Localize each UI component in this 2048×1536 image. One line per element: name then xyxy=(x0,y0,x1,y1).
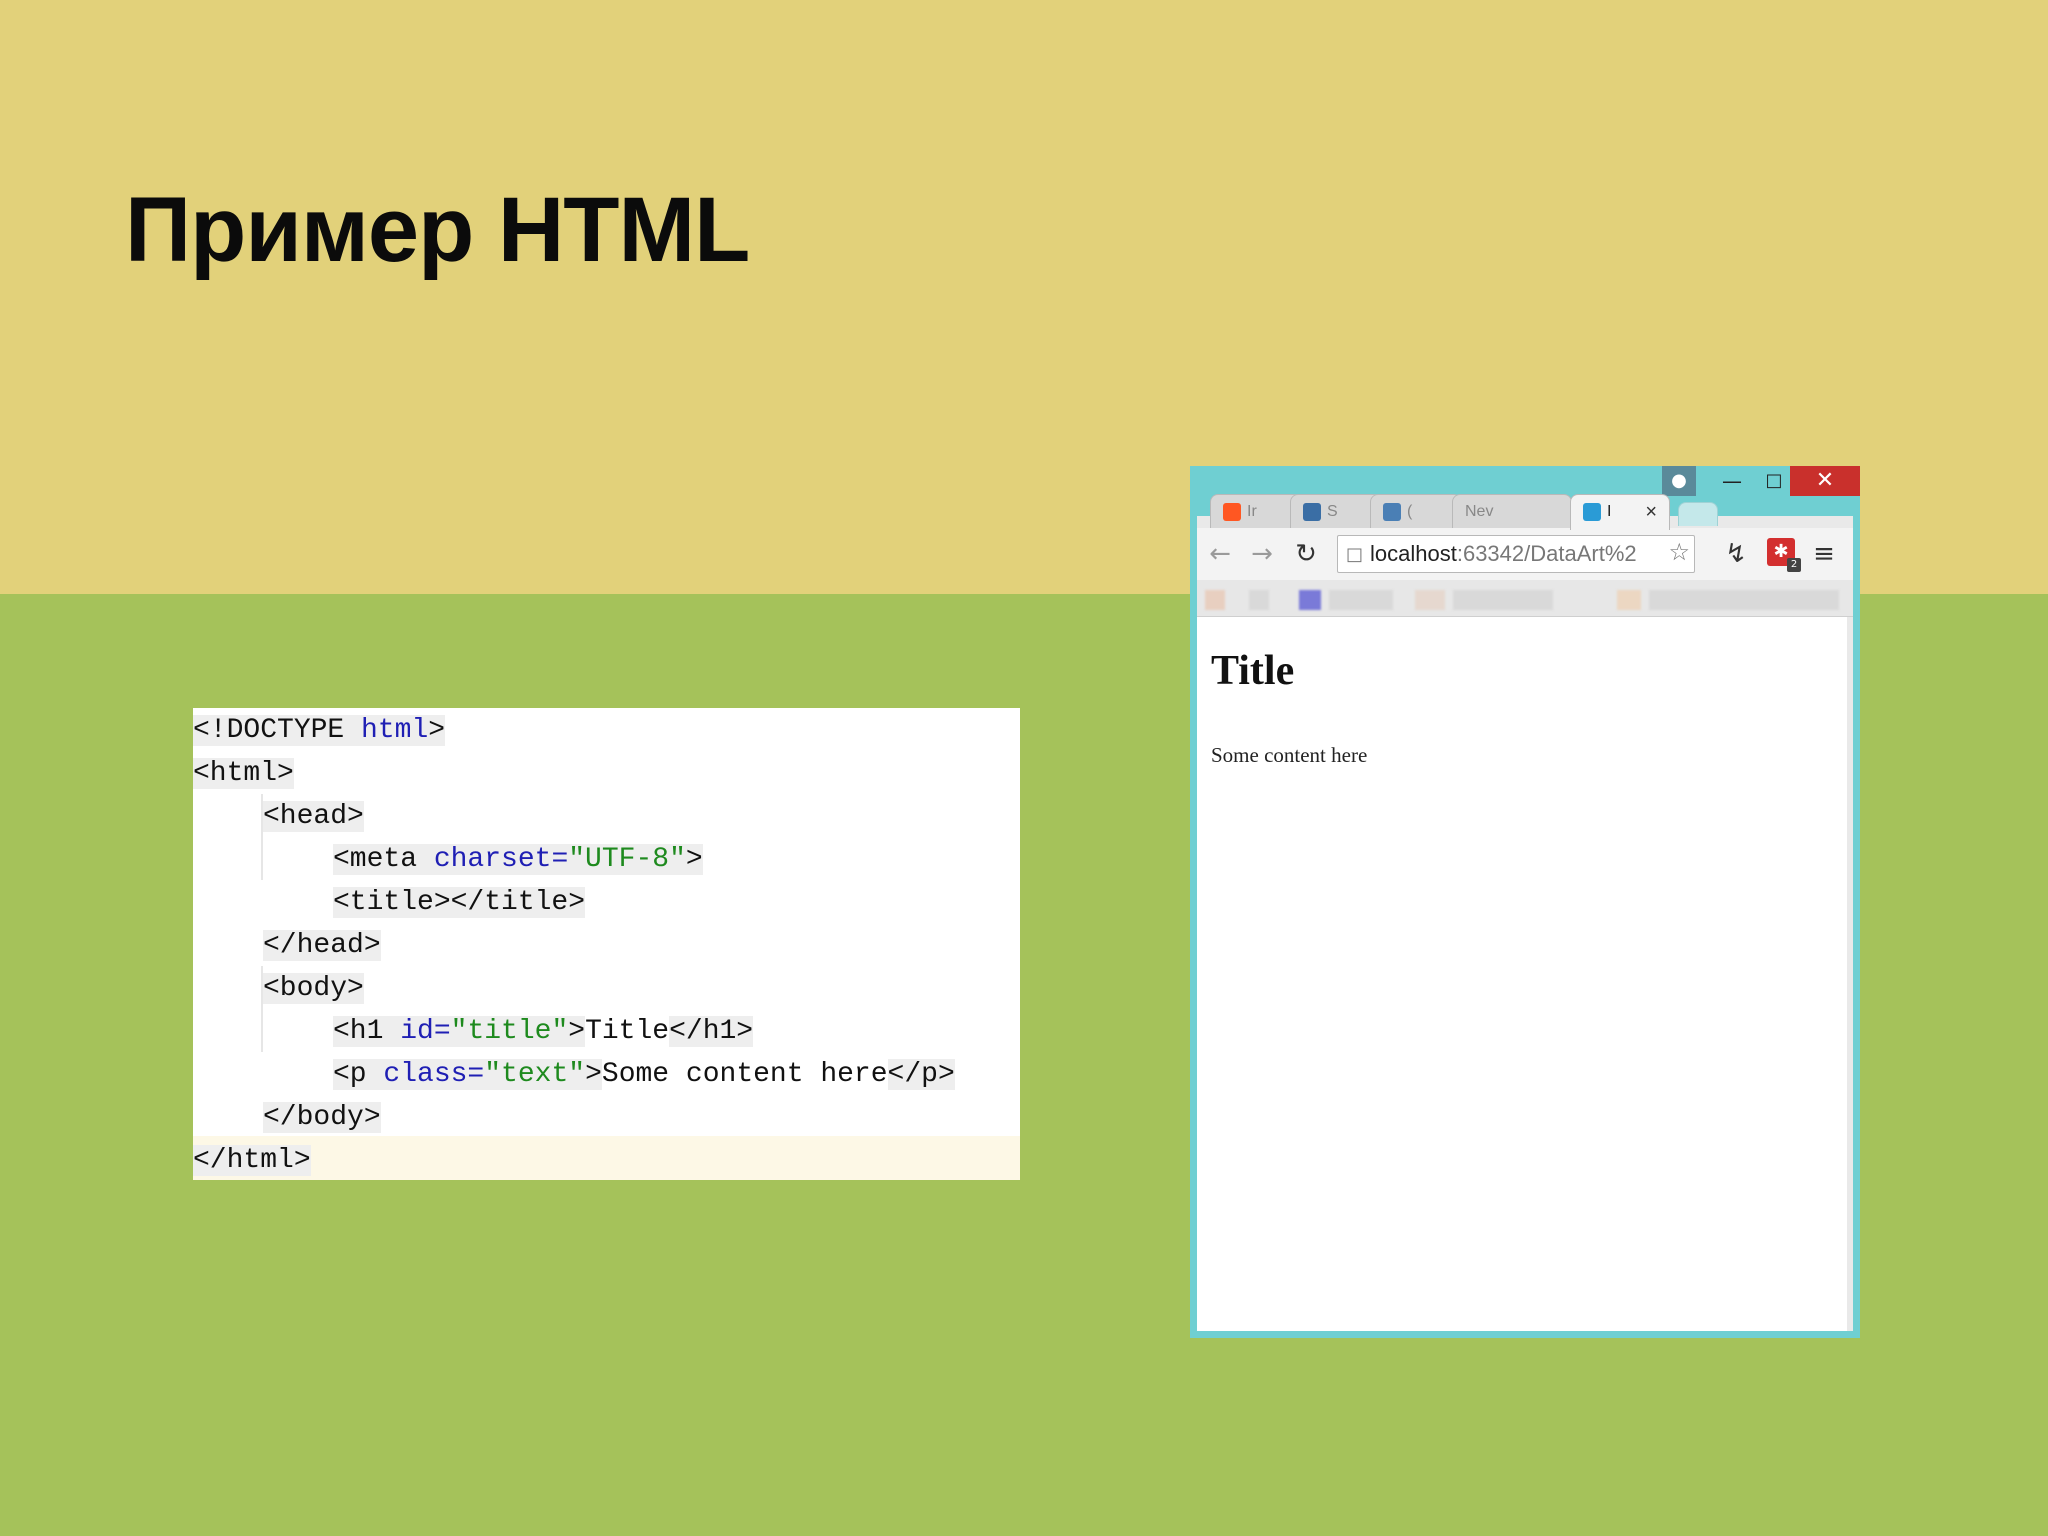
code-token: Title xyxy=(585,1016,670,1047)
code-token: "text" xyxy=(484,1059,586,1090)
code-line: <title></title> xyxy=(333,882,586,924)
bookmark-item[interactable] xyxy=(1415,590,1445,610)
user-profile-icon[interactable]: ● xyxy=(1662,466,1696,496)
code-line: <html> xyxy=(193,753,294,795)
code-line: <h1 id="title">Title</h1> xyxy=(333,1011,754,1053)
code-token: <body> xyxy=(263,973,364,1004)
address-bar[interactable]: □ localhost:63342/DataArt%2 ☆ xyxy=(1337,535,1695,573)
slide-title: Пример HTML xyxy=(125,179,750,281)
code-token: charset= xyxy=(433,844,569,875)
code-line: </head> xyxy=(263,925,381,967)
lightning-extension-icon[interactable]: ↯ xyxy=(1719,536,1753,572)
forward-arrow-icon[interactable]: → xyxy=(1245,536,1279,572)
extension-badge-count: 2 xyxy=(1787,558,1801,572)
code-token: Some content here xyxy=(601,1059,888,1090)
page-icon: □ xyxy=(1346,544,1364,565)
tab-favicon-icon xyxy=(1223,502,1241,521)
page-viewport: Title Some content here xyxy=(1197,617,1847,1331)
code-token: </head> xyxy=(263,930,381,961)
minimize-button[interactable]: — xyxy=(1712,466,1752,496)
bookmark-star-icon[interactable]: ☆ xyxy=(1668,538,1690,566)
tab-favicon-icon xyxy=(1583,502,1601,521)
code-token: <!DOCTYPE xyxy=(193,715,362,746)
tab-favicon-icon xyxy=(1383,502,1401,521)
url-host: localhost xyxy=(1370,541,1457,566)
code-token: > xyxy=(568,1016,586,1047)
tab-label: I xyxy=(1607,503,1612,520)
code-token: </html> xyxy=(193,1145,311,1176)
code-token: </body> xyxy=(263,1102,381,1133)
tab-label: ( xyxy=(1407,503,1413,520)
tab[interactable]: Nev xyxy=(1452,494,1572,528)
code-token: <head> xyxy=(263,801,364,832)
tab-active[interactable]: I × xyxy=(1570,494,1670,530)
code-token: </p> xyxy=(887,1059,955,1090)
tab[interactable]: ( xyxy=(1370,494,1462,528)
tab-label: S xyxy=(1327,503,1338,520)
page-heading: Title xyxy=(1211,648,1295,694)
url-text: localhost:63342/DataArt%2 xyxy=(1370,536,1666,572)
code-token: <title></title> xyxy=(333,887,586,918)
code-token: > xyxy=(685,844,703,875)
code-sample: <!DOCTYPE html> <html> <head> <meta charset… xyxy=(193,708,1020,1180)
code-line: </html> xyxy=(193,1140,311,1182)
browser-window: ● — □ ✕ Ir S(Nev I × ← → ↻ □ localhost:6334… xyxy=(1190,466,1860,1338)
tab[interactable]: Ir xyxy=(1210,494,1302,528)
code-token: <h1 xyxy=(333,1016,401,1047)
tab[interactable]: S xyxy=(1290,494,1382,528)
new-tab-button[interactable] xyxy=(1678,502,1718,526)
back-arrow-icon[interactable]: ← xyxy=(1203,536,1237,572)
code-line: <head> xyxy=(263,796,364,838)
extension-icon[interactable]: ✱ 2 xyxy=(1767,538,1801,572)
browser-toolbar: ← → ↻ □ localhost:63342/DataArt%2 ☆ ↯ ✱ 2… xyxy=(1197,528,1853,580)
tab-label: Nev xyxy=(1465,503,1494,520)
bookmark-item[interactable] xyxy=(1249,590,1269,610)
code-line: </body> xyxy=(263,1097,381,1139)
tab-label: Ir xyxy=(1247,503,1257,520)
code-token: html xyxy=(361,715,429,746)
code-token: <meta xyxy=(333,844,434,875)
code-line: <p class="text">Some content here</p> xyxy=(333,1054,955,1096)
code-token: <html> xyxy=(193,758,294,789)
code-token: <p xyxy=(333,1059,384,1090)
code-token: "title" xyxy=(450,1016,569,1047)
bookmark-item[interactable] xyxy=(1329,590,1393,610)
bookmark-item[interactable] xyxy=(1205,590,1225,610)
code-token: > xyxy=(585,1059,602,1090)
bookmark-item[interactable] xyxy=(1649,590,1839,610)
close-window-button[interactable]: ✕ xyxy=(1790,466,1860,496)
code-token: id= xyxy=(400,1016,451,1047)
code-line: <!DOCTYPE html> xyxy=(193,710,446,752)
tab-close-icon[interactable]: × xyxy=(1645,495,1657,529)
url-path: :63342/DataArt%2 xyxy=(1456,541,1637,566)
code-line: <body> xyxy=(263,968,364,1010)
code-line: <meta charset="UTF-8"> xyxy=(333,839,703,881)
bookmark-item[interactable] xyxy=(1299,590,1321,610)
bookmarks-bar xyxy=(1197,580,1853,617)
code-token: > xyxy=(428,715,446,746)
code-token: "UTF-8" xyxy=(568,844,686,875)
bookmark-item[interactable] xyxy=(1453,590,1553,610)
code-token: class= xyxy=(383,1059,485,1090)
bookmark-item[interactable] xyxy=(1617,590,1641,610)
page-paragraph: Some content here xyxy=(1211,743,1368,767)
current-line-highlight xyxy=(193,1136,1020,1180)
menu-icon[interactable]: ≡ xyxy=(1807,536,1841,572)
reload-icon[interactable]: ↻ xyxy=(1289,536,1323,572)
tab-favicon-icon xyxy=(1303,502,1321,521)
code-token: </h1> xyxy=(669,1016,754,1047)
